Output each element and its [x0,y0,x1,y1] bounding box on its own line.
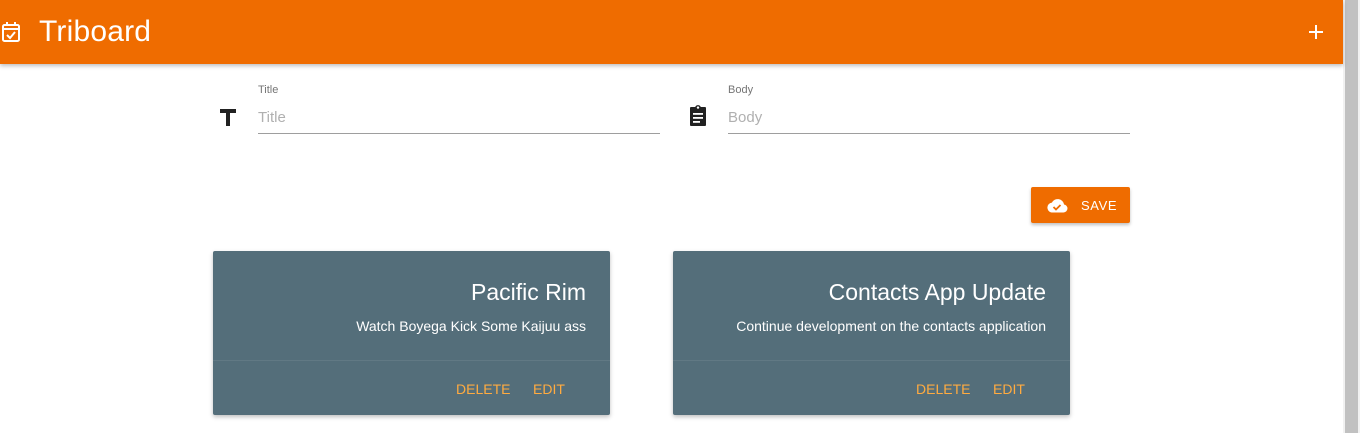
save-button-label: SAVE [1081,198,1118,213]
note-card: Pacific Rim Watch Boyega Kick Some Kaiju… [213,251,610,415]
body-input[interactable] [728,102,1130,134]
title-input[interactable] [258,102,660,134]
cloud-done-icon [1047,199,1068,213]
clipboard-icon [690,105,706,126]
edit-button[interactable]: EDIT [533,381,565,397]
app-bar: Triboard [0,0,1343,64]
delete-button[interactable]: DELETE [456,381,510,397]
text-t-icon [220,109,236,126]
app-title: Triboard [39,15,152,48]
plus-icon[interactable] [1304,20,1328,44]
title-field-label: Title [258,84,279,96]
card-title: Pacific Rim [470,279,586,305]
event-available-icon [2,22,20,42]
body-field-label: Body [728,84,754,96]
card-body: Continue development on the contacts app… [736,318,1046,334]
note-card: Contacts App Update Continue development… [673,251,1070,415]
card-title: Contacts App Update [828,279,1046,305]
page-scrollbar[interactable] [1343,0,1360,433]
card-body: Watch Boyega Kick Some Kaijuu ass [356,318,586,334]
scrollbar-thumb[interactable] [1345,0,1358,433]
card-divider [213,360,610,361]
edit-button[interactable]: EDIT [993,381,1025,397]
delete-button[interactable]: DELETE [916,381,970,397]
save-button[interactable]: SAVE [1031,187,1130,223]
card-divider [673,360,1070,361]
